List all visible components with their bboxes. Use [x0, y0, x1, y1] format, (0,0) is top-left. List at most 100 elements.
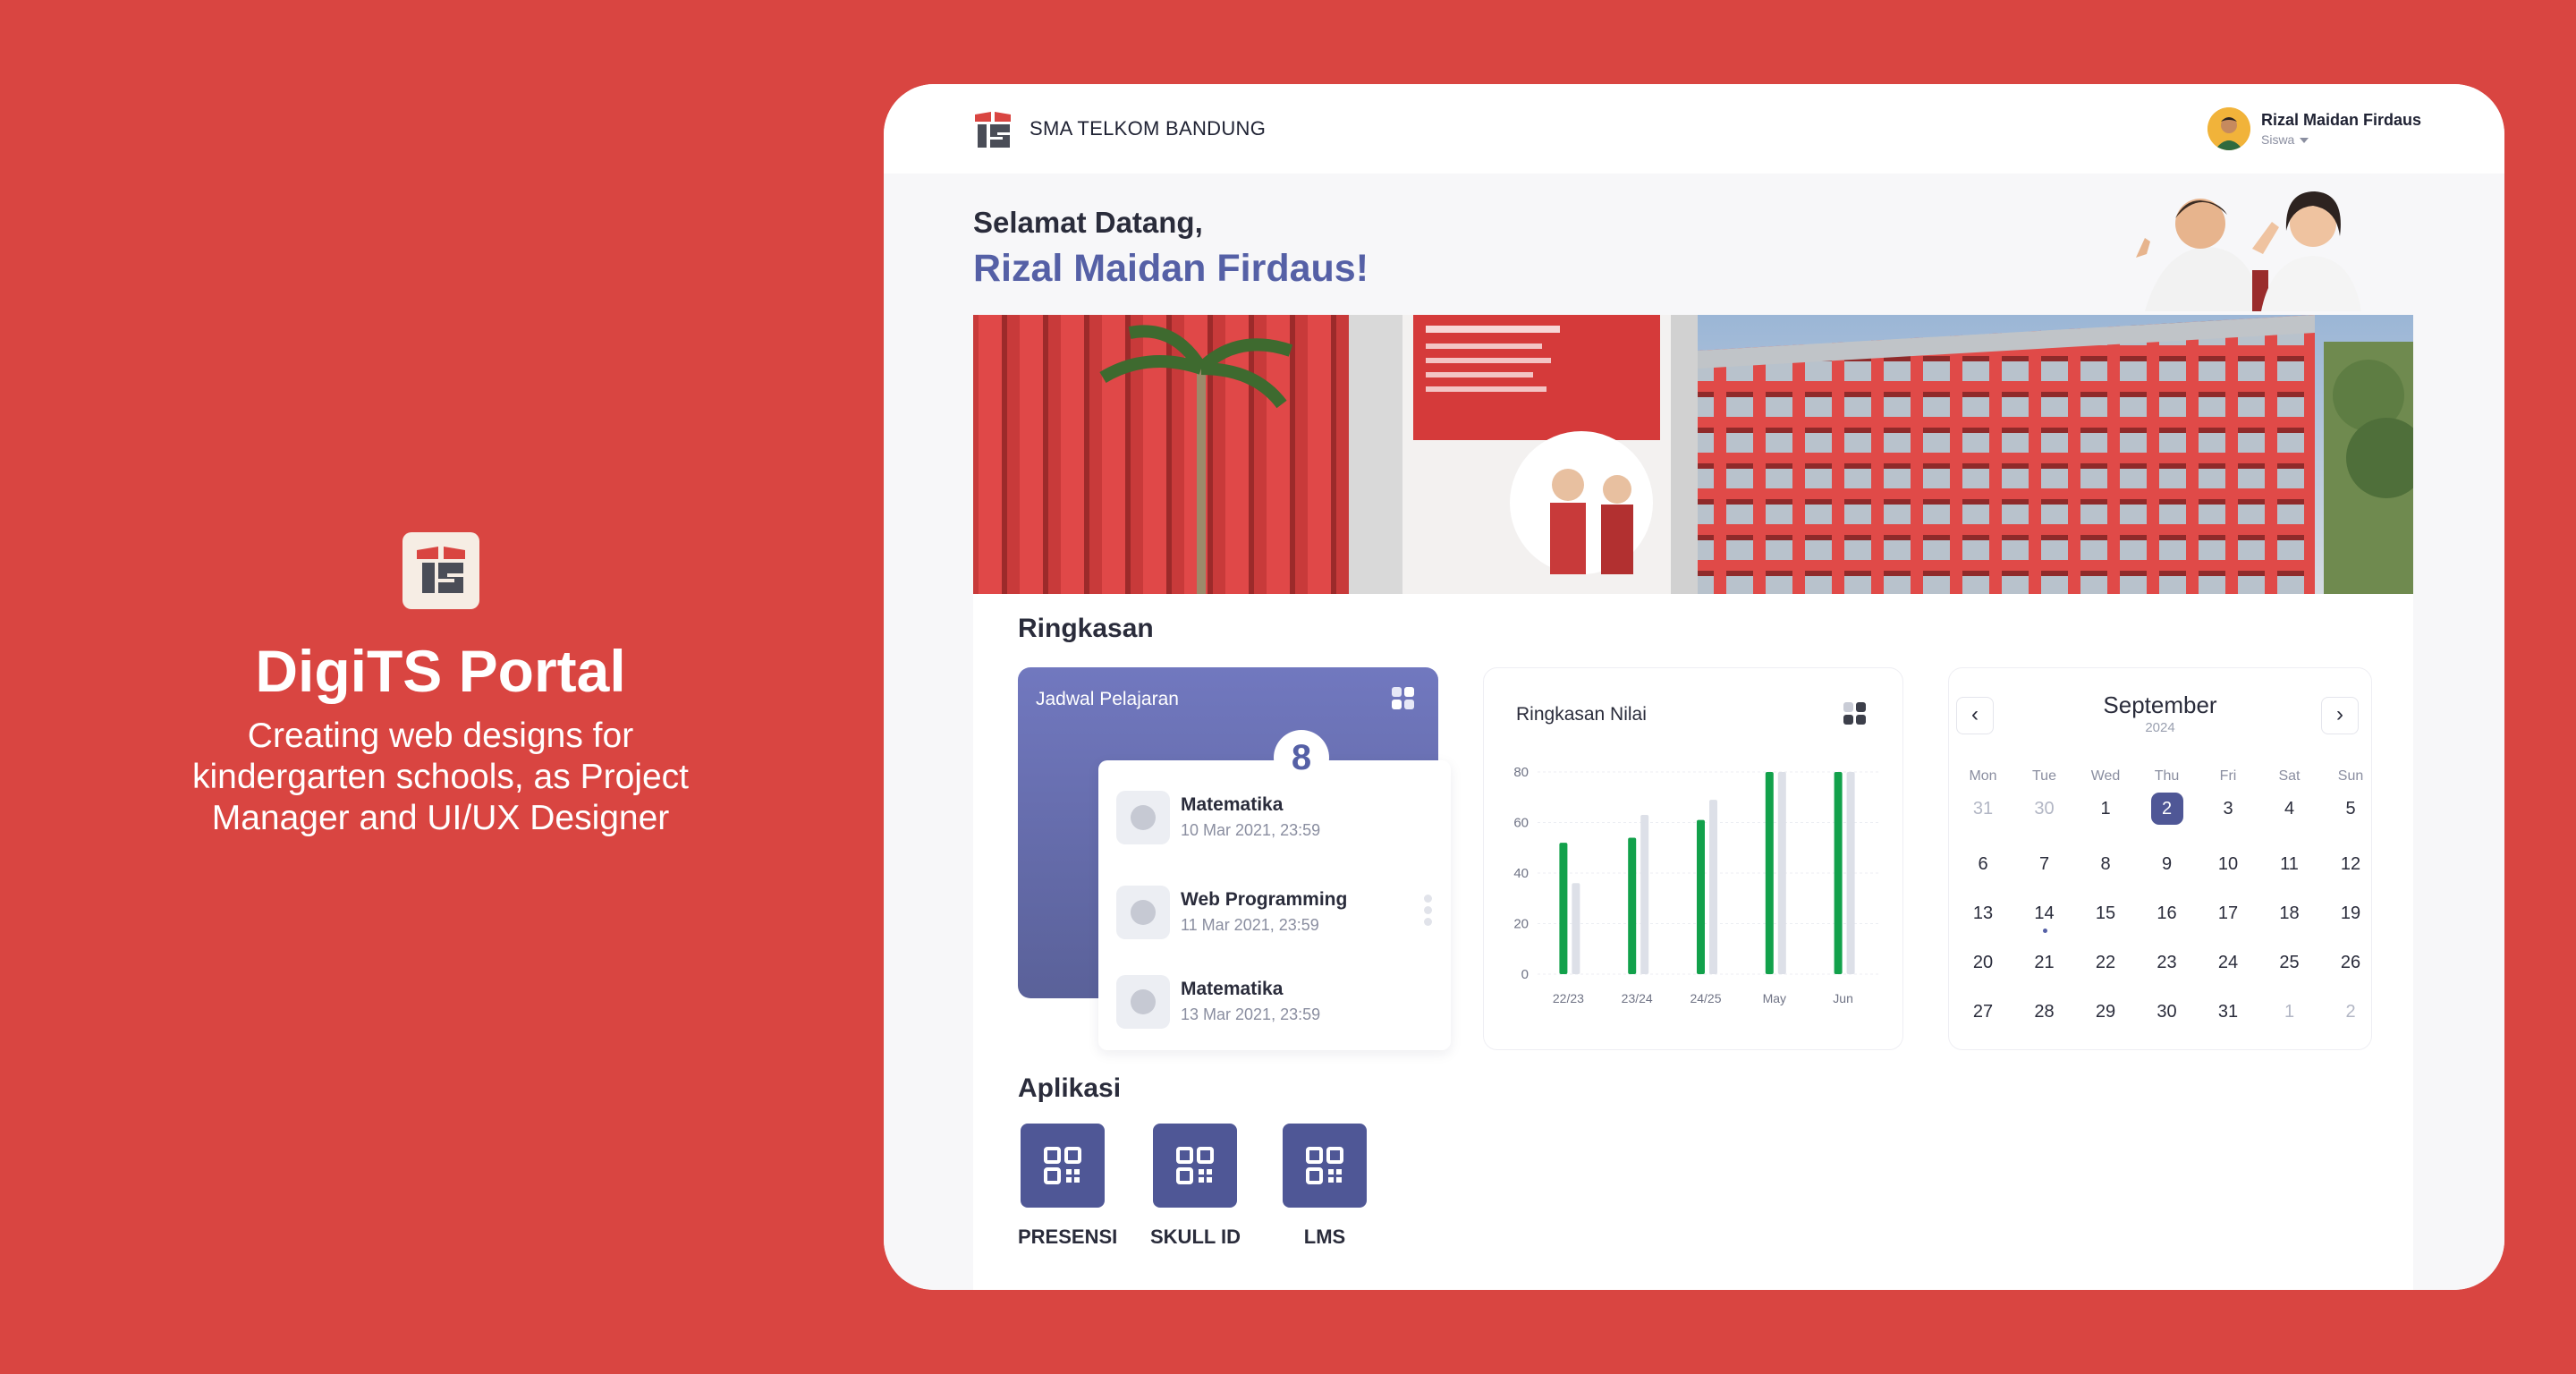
calendar-day[interactable]: 3 [2201, 799, 2255, 819]
calendar-day[interactable]: 6 [1956, 854, 2010, 875]
bar-22/23[interactable] [1572, 883, 1580, 974]
school-name: SMA TELKOM BANDUNG [1030, 117, 1267, 140]
calendar-day[interactable]: 19 [2324, 903, 2377, 924]
y-tick-label: 80 [1513, 765, 1529, 780]
calendar-day[interactable]: 8 [2079, 854, 2132, 875]
calendar-day[interactable]: 2 [2324, 1002, 2377, 1022]
calendar-day[interactable]: 2 [2140, 799, 2194, 819]
bar-May[interactable] [1777, 772, 1786, 974]
calendar-day[interactable]: 27 [1956, 1002, 2010, 1022]
calendar-day[interactable]: 11 [2263, 854, 2317, 875]
subject-icon [1116, 975, 1170, 1029]
subject-icon [1116, 791, 1170, 844]
calendar-day[interactable]: 26 [2324, 953, 2377, 973]
subject-icon [1116, 886, 1170, 939]
calendar-day[interactable]: 14 [2018, 903, 2072, 924]
subject-name: Matematika [1181, 979, 1284, 999]
app-lms[interactable]: LMS [1280, 1124, 1369, 1249]
calendar-day[interactable]: 13 [1956, 903, 2010, 924]
qr-code-icon[interactable] [1283, 1124, 1367, 1208]
list-item[interactable]: Web Programming 11 Mar 2021, 23:59 [1116, 886, 1411, 941]
weekday-label: Wed [2090, 768, 2121, 784]
calendar-day[interactable]: 23 [2140, 953, 2194, 973]
weekday-label: Sun [2337, 768, 2364, 784]
calendar-year: 2024 [2145, 720, 2175, 735]
promo-subtitle: Creating web designs for kindergarten sc… [192, 717, 689, 837]
grid-menu-icon[interactable] [1392, 687, 1415, 710]
calendar-day[interactable]: 20 [1956, 953, 2010, 973]
bar-23/24[interactable] [1628, 837, 1637, 974]
app-skull-id[interactable]: SKULL ID [1150, 1124, 1241, 1249]
digits-logo [402, 532, 479, 609]
calendar-day[interactable]: 18 [2263, 903, 2317, 924]
weekday-label: Tue [2032, 768, 2056, 784]
calendar-day[interactable]: 10 [2201, 854, 2255, 875]
calendar-day[interactable]: 1 [2079, 799, 2132, 819]
y-tick-label: 0 [1521, 967, 1529, 982]
chevron-down-icon [2300, 138, 2309, 144]
grades-card: Ringkasan Nilai 80 60 40 20 0 22/23 23/24 24/25… [1483, 667, 1903, 1050]
calendar-day[interactable]: 5 [2324, 799, 2377, 819]
app-presensi[interactable]: PRESENSI [1018, 1124, 1117, 1249]
calendar-day[interactable]: 9 [2140, 854, 2194, 875]
calendar-day[interactable]: 4 [2263, 799, 2317, 819]
calendar-day[interactable]: 15 [2079, 903, 2132, 924]
x-tick-label: Jun [1833, 991, 1853, 1005]
calendar-day[interactable]: 22 [2079, 953, 2132, 973]
calendar-day[interactable]: 7 [2018, 854, 2072, 875]
promo-panel: DigiTS Portal Creating web designs for k… [0, 0, 881, 1374]
calendar-day[interactable]: 30 [2140, 1002, 2194, 1022]
calendar-day[interactable]: 12 [2324, 854, 2377, 875]
calendar-day[interactable]: 16 [2140, 903, 2194, 924]
list-item[interactable]: Matematika 10 Mar 2021, 23:59 [1116, 791, 1411, 846]
bar-May[interactable] [1765, 772, 1774, 974]
grades-bar-chart: 80 60 40 20 0 22/23 23/24 24/25 May Jun [1513, 765, 1881, 1005]
qr-code-icon[interactable] [1021, 1124, 1105, 1208]
main-content: Selamat Datang, Rizal Maidan Firdaus! Ri… [884, 174, 2504, 1290]
app-label: LMS [1303, 1226, 1346, 1248]
schedule-list: Matematika 10 Mar 2021, 23:59 Web Progra… [1098, 760, 1451, 1050]
calendar-card: ‹ September 2024 › Mon Tue Wed Thu Fri Sat Sun… [1948, 667, 2372, 1050]
calendar-day[interactable]: 31 [2201, 1002, 2255, 1022]
qr-code-icon[interactable] [1153, 1124, 1237, 1208]
bar-Jun[interactable] [1834, 772, 1843, 974]
list-item[interactable]: Matematika 13 Mar 2021, 23:59 [1116, 975, 1411, 1030]
calendar-day[interactable]: 17 [2201, 903, 2255, 924]
calendar-day[interactable]: 25 [2263, 953, 2317, 973]
weekday-label: Fri [2219, 768, 2237, 784]
bar-24/25[interactable] [1709, 800, 1717, 974]
schedule-count-badge: 8 [1274, 730, 1329, 785]
y-tick-label: 60 [1513, 816, 1529, 831]
x-tick-label: May [1763, 991, 1786, 1005]
event-dot [2042, 929, 2047, 933]
user-avatar[interactable] [2207, 107, 2250, 150]
bar-22/23[interactable] [1559, 843, 1568, 974]
list-scrollbar[interactable] [1424, 895, 1433, 930]
next-month-button[interactable]: › [2321, 697, 2359, 734]
school-logo-icon[interactable] [973, 111, 1013, 148]
calendar-day[interactable]: 24 [2201, 953, 2255, 973]
subject-date: 11 Mar 2021, 23:59 [1181, 916, 1319, 934]
dashboard-content: Ringkasan Jadwal Pelajaran Matematika 10… [973, 594, 2413, 1290]
user-name[interactable]: Rizal Maidan Firdaus [2261, 111, 2421, 130]
subject-date: 13 Mar 2021, 23:59 [1181, 1005, 1321, 1023]
chevron-right-icon: › [2336, 702, 2343, 726]
calendar-day[interactable]: 31 [1956, 799, 2010, 819]
promo-title: DigiTS Portal [255, 638, 626, 704]
calendar-day[interactable]: 21 [2018, 953, 2072, 973]
user-role-dropdown[interactable]: Siswa [2261, 132, 2309, 147]
subject-date: 10 Mar 2021, 23:59 [1181, 821, 1321, 839]
bar-23/24[interactable] [1640, 815, 1649, 974]
calendar-month: September [2103, 691, 2217, 718]
school-banner-image [973, 315, 2413, 594]
bar-24/25[interactable] [1697, 819, 1705, 974]
bar-Jun[interactable] [1846, 772, 1855, 974]
subject-name: Web Programming [1181, 889, 1348, 910]
calendar-day[interactable]: 29 [2079, 1002, 2132, 1022]
grid-menu-icon[interactable] [1843, 702, 1867, 725]
calendar-day[interactable]: 28 [2018, 1002, 2072, 1022]
calendar-day[interactable]: 30 [2018, 799, 2072, 819]
weekday-label: Thu [2154, 768, 2180, 784]
y-tick-label: 40 [1513, 866, 1529, 881]
calendar-day[interactable]: 1 [2263, 1002, 2317, 1022]
